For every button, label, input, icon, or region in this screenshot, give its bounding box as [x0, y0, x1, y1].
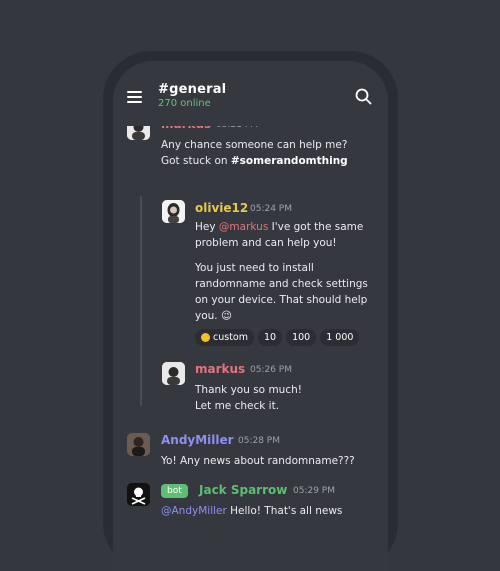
- phone-frame: #general 270 online markus 05:21 PM Any …: [103, 51, 398, 571]
- search-icon[interactable]: [355, 88, 372, 105]
- message-jacksparrow: bot Jack Sparrow 05:29 PM @AndyMiller He…: [113, 61, 388, 521]
- channel-header: #general 270 online: [113, 61, 388, 126]
- message-text-line: @AndyMiller Hello! That's all news: [161, 503, 342, 519]
- message-text-fragment: Hello! That's all news: [226, 505, 343, 517]
- timestamp: 05:29 PM: [293, 486, 335, 496]
- skull-icon: [127, 483, 150, 506]
- online-count: 270 online: [158, 98, 211, 109]
- chat-screen: #general 270 online markus 05:21 PM Any …: [113, 61, 388, 571]
- hamburger-menu-icon[interactable]: [127, 91, 142, 103]
- channel-title: #general: [158, 82, 227, 97]
- mention-link[interactable]: @AndyMiller: [161, 505, 227, 517]
- username-jacksparrow[interactable]: Jack Sparrow: [199, 483, 287, 497]
- avatar-jacksparrow[interactable]: [127, 483, 150, 506]
- bot-badge: bot: [161, 484, 188, 498]
